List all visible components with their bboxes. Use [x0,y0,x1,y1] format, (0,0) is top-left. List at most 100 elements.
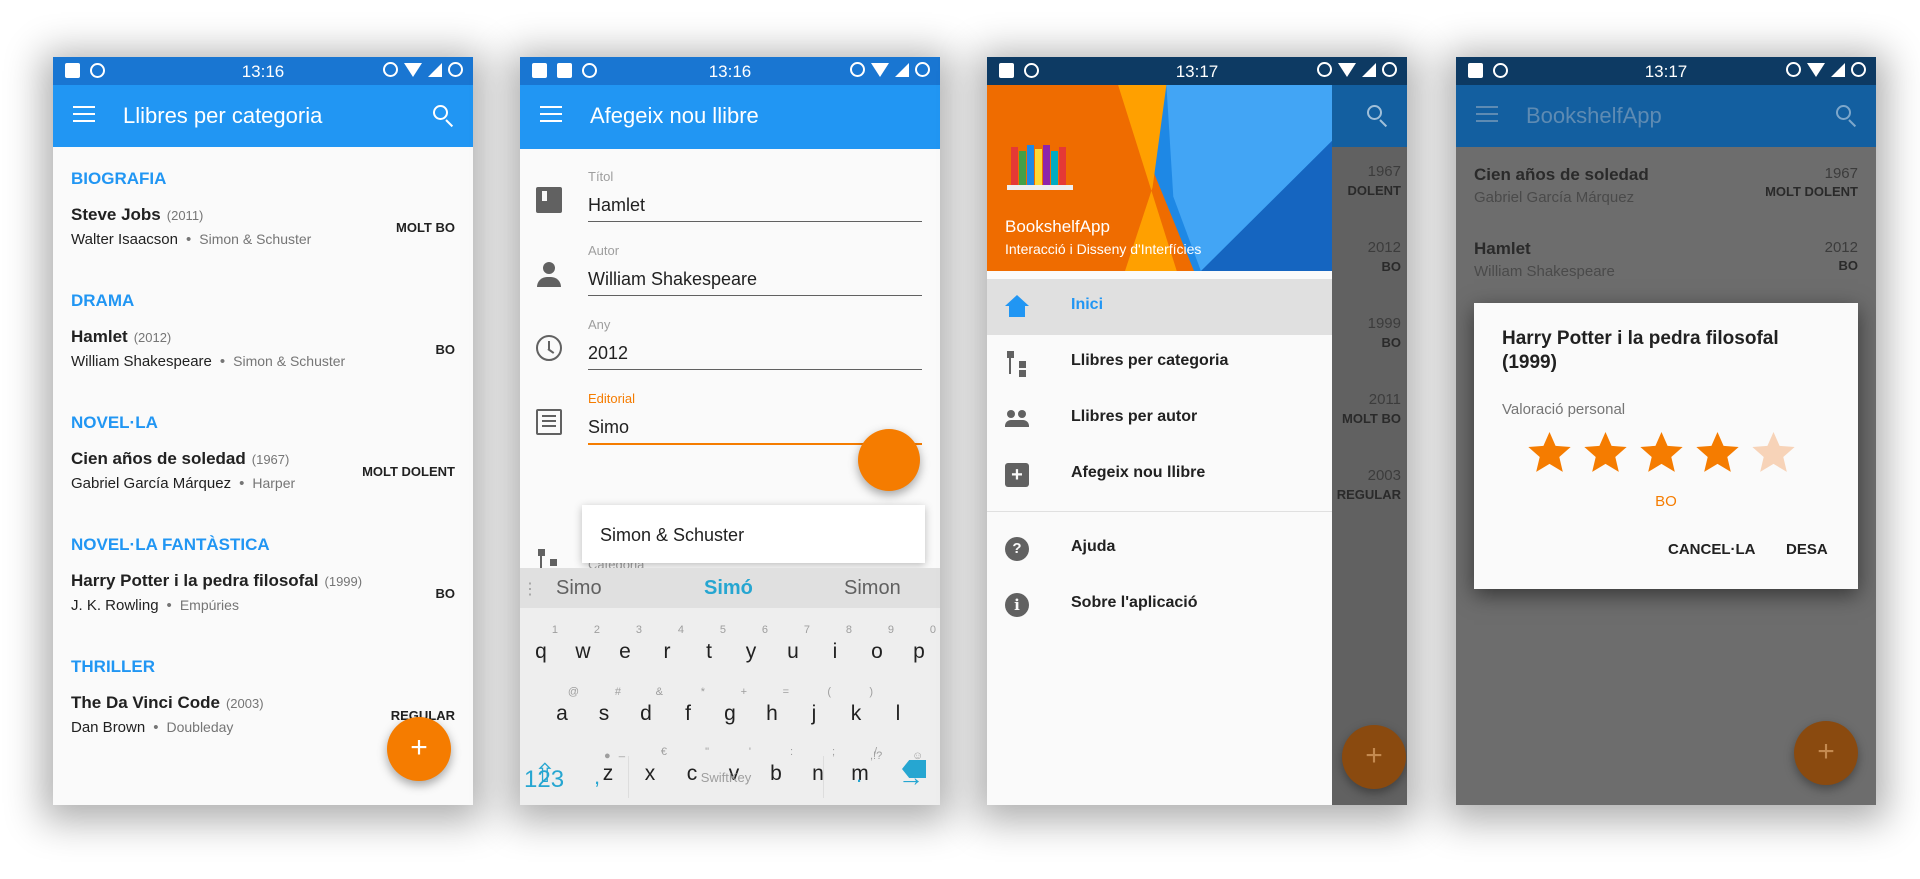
book-author: Dan Brown [71,719,146,736]
key-letter: j [811,702,817,725]
list-item[interactable]: Hamlet (2012) William Shakespeare • Simon &… [71,327,455,377]
key-o[interactable]: 9o [856,624,898,664]
field-value[interactable]: Simo [588,417,629,438]
enter-arrow-icon[interactable]: → [898,762,924,793]
drawer-header: BookshelfApp Interacció i Disseny d'Inte… [987,85,1332,271]
space-key[interactable]: SwiftKey [628,756,824,798]
list-item[interactable]: Cien años de soledad (1967) Gabriel Garcí… [71,449,455,499]
key-letter: e [619,640,631,663]
book-year: (1967) [251,452,290,467]
key-row-1: 1q2w3e4r5t6y7u8i9o0p [520,624,940,664]
screen-books-by-category: 13:16 Llibres per categoria BIOGRAFIA St… [53,57,473,805]
dimmed-app-bar [1332,85,1407,147]
drawer-item-label: Sobre l'aplicació [1071,594,1198,611]
rating-value: BO [1655,493,1677,510]
list-item[interactable]: Harry Potter i la pedra filosofal (1999) … [71,571,455,621]
key-t[interactable]: 5t [688,624,730,664]
section-header: THRILLER [71,657,156,676]
drawer-item-help[interactable]: ? Ajuda [987,521,1332,577]
field-label: Editorial [588,391,635,406]
add-book-fab[interactable]: + [387,717,451,781]
key-letter: g [724,702,736,725]
key-l[interactable]: l [877,702,919,726]
period-key[interactable]: . [856,762,862,788]
book-author: Walter Isaacson [71,231,178,248]
menu-icon[interactable] [73,106,95,124]
drawer-item-about[interactable]: i Sobre l'aplicació [987,577,1332,633]
dialog-title: Harry Potter i la pedra filosofal (1999) [1502,328,1779,373]
key-i[interactable]: 8i [814,624,856,664]
key-a[interactable]: @ a [541,686,583,726]
drawer-item-by-author[interactable]: Llibres per autor [987,391,1332,447]
prediction-bar: ⋮ Simo Simó Simon [520,568,940,608]
prediction-center[interactable]: Simó [704,577,753,600]
status-bar: 13:17 [1456,57,1876,85]
person-icon [536,261,562,287]
drawer-item-label: Ajuda [1071,538,1116,555]
key-e[interactable]: 3e [604,624,646,664]
key-hint: 7 [803,624,810,636]
key-f[interactable]: * f [667,686,709,726]
book-author: William Shakespeare [71,353,212,370]
list-item[interactable]: Steve Jobs (2011) Walter Isaacson • Simon &… [71,205,455,255]
key-letter: s [598,702,610,725]
title-field[interactable]: Títol Hamlet [520,169,940,243]
year-field[interactable]: Any 2012 [520,317,940,391]
key-letter: t [706,640,712,663]
status-bar: 13:16 [53,57,473,85]
drawer-item-home[interactable]: Inici [987,279,1332,335]
dialog-label: Valoració personal [1502,401,1626,418]
key-h[interactable]: = h [751,686,793,726]
sync-icon [383,62,398,77]
save-button[interactable]: DESA [1786,541,1828,558]
drawer-item-by-category[interactable]: Llibres per categoria [987,335,1332,391]
field-label: Títol [588,169,614,184]
book-title: The Da Vinci Code [71,693,220,712]
star-filled-icon[interactable] [1526,429,1573,476]
menu-icon[interactable] [540,106,562,124]
key-y[interactable]: 6y [730,624,772,664]
book-year: (2003) [225,696,264,711]
comma-key[interactable]: , [594,764,600,790]
drawer-item-add-book[interactable]: + Afegeix nou llibre [987,447,1332,503]
key-s[interactable]: # s [583,686,625,726]
key-d[interactable]: & d [625,686,667,726]
drawer-subtitle: Interacció i Disseny d'Interfícies [1005,241,1202,257]
cancel-button[interactable]: CANCEL·LA [1668,541,1756,558]
section-header: NOVEL·LA [71,413,158,432]
key-q[interactable]: 1q [520,624,562,664]
key-hint: 3 [635,624,642,636]
key-g[interactable]: + g [709,686,751,726]
field-value[interactable]: 2012 [588,343,628,364]
book-title: Cien años de soledad [71,449,246,468]
rating-dialog: Harry Potter i la pedra filosofal (1999)… [1474,303,1858,589]
key-u[interactable]: 7u [772,624,814,664]
key-w[interactable]: 2w [562,624,604,664]
author-field[interactable]: Autor William Shakespeare [520,243,940,317]
key-k[interactable]: ) k [835,686,877,726]
prediction-left[interactable]: Simo [556,577,602,600]
field-value[interactable]: William Shakespeare [588,269,757,290]
save-fab[interactable] [858,429,920,491]
star-empty-icon[interactable] [1750,429,1797,476]
key-r[interactable]: 4r [646,624,688,664]
book-publisher: Harper [252,475,296,491]
field-value[interactable]: Hamlet [588,195,645,216]
key-j[interactable]: (j [793,686,835,726]
section-header: BIOGRAFIA [71,169,167,188]
star-filled-icon[interactable] [1694,429,1741,476]
list-item: Hamlet William Shakespeare [1474,239,1615,280]
app-bar: BookshelfApp [1456,85,1876,147]
autocomplete-suggestion[interactable]: Simon & Schuster [582,505,925,563]
search-icon[interactable] [433,105,457,129]
prediction-right[interactable]: Simon [844,577,901,600]
field-label: Any [588,317,611,332]
help-icon: ? [1005,537,1029,561]
numbers-key[interactable]: 123 [524,766,564,794]
key-letter: d [640,702,652,725]
star-filled-icon[interactable] [1582,429,1629,476]
star-filled-icon[interactable] [1638,429,1685,476]
star-rating-bar[interactable] [1526,429,1797,476]
key-p[interactable]: 0p [898,624,940,664]
key-hint: @ [567,686,579,698]
